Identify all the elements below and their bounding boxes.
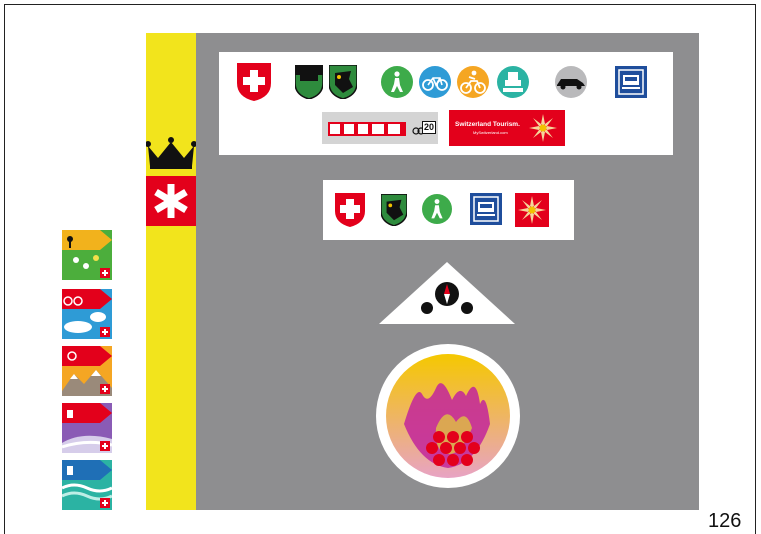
hiking-icon [381, 66, 413, 98]
mountainbike-route-strip [62, 346, 112, 396]
train-icon [470, 193, 502, 225]
service-symbols-icon [328, 122, 406, 136]
skating-icon [497, 66, 529, 98]
hiking-icon [422, 194, 452, 224]
route-number-label: 20 [422, 121, 437, 134]
fire-place-sign [376, 344, 520, 488]
page-number: 126 [708, 510, 742, 532]
bear-shield-icon [381, 194, 407, 226]
tourism-brand: Switzerland Tourism. [455, 121, 520, 128]
large-sign-panel: 20 Switzerland Tourism. MySwitzerland.co… [219, 52, 673, 155]
swiss-cross-shield-icon [335, 193, 365, 227]
bear-shield-icon [329, 65, 357, 99]
small-sign-panel [323, 180, 574, 240]
mountainbike-icon [457, 66, 489, 98]
hiking-route-strip [62, 230, 112, 280]
train-icon [615, 66, 647, 98]
edelweiss-icon [529, 114, 557, 142]
route-marker-strip: 20 [322, 112, 438, 144]
canoe-route-strip [62, 460, 112, 510]
edelweiss-icon [515, 193, 549, 227]
asterisk-icon [146, 176, 196, 226]
cantonal-shield-icon [295, 65, 323, 99]
tourism-banner: Switzerland Tourism. MySwitzerland.com [449, 110, 565, 146]
tourism-url: MySwitzerland.com [473, 130, 508, 135]
cycling-icon [419, 66, 451, 98]
yellow-post [146, 33, 196, 510]
crown-icon [146, 136, 196, 170]
skating-route-strip [62, 403, 112, 453]
swiss-cross-shield-icon [237, 63, 271, 101]
orientation-triangle-sign [379, 262, 515, 324]
car-icon [555, 66, 587, 98]
cycling-route-strip [62, 289, 112, 339]
